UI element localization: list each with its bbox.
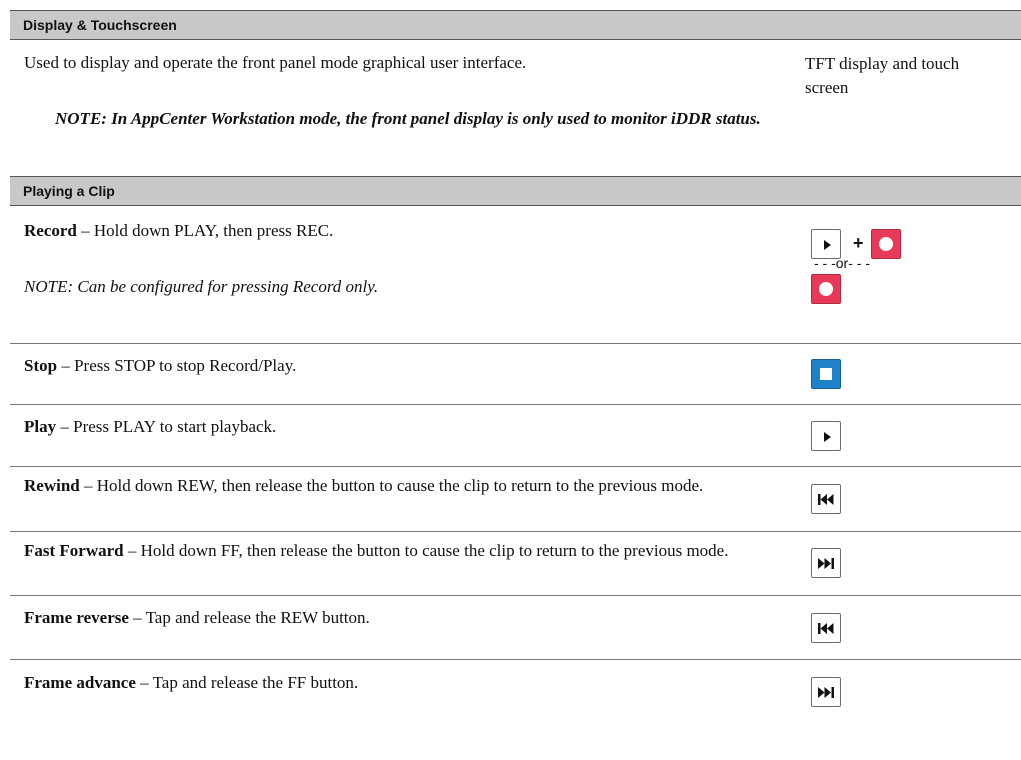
table-row-frame-advance: Frame advance – Tap and release the FF b…	[10, 660, 1021, 730]
section-header-display: Display & Touchscreen	[10, 10, 1021, 40]
or-separator: - - -or- - -	[814, 255, 870, 271]
row-description: – Press STOP to stop Record/Play.	[57, 356, 297, 375]
display-control-label: TFT display and touch screen	[805, 54, 960, 97]
row-term: Record	[24, 221, 77, 240]
record-icon	[871, 229, 901, 259]
row-description: – Tap and release the REW button.	[128, 608, 370, 627]
display-row: Used to display and operate the front pa…	[10, 40, 1021, 176]
rewind-icon	[811, 613, 841, 643]
table-row-stop: Stop – Press STOP to stop Record/Play.	[10, 344, 1021, 405]
stop-icon	[811, 359, 841, 389]
row-term: Fast Forward	[24, 541, 124, 560]
fast-forward-icon	[811, 548, 841, 578]
row-term: Frame advance	[24, 673, 136, 692]
spec-table: Display & Touchscreen Used to display an…	[10, 10, 1021, 730]
row-description: – Tap and release the FF button.	[135, 673, 359, 692]
table-row-frame-reverse: Frame reverse – Tap and release the REW …	[10, 596, 1021, 660]
row-term: Rewind	[24, 476, 80, 495]
table-row-fast-forward: Fast Forward – Hold down FF, then releas…	[10, 532, 1021, 596]
row-description: – Hold down PLAY, then press REC.	[76, 221, 334, 240]
row-term: Play	[24, 417, 57, 436]
row-term: Frame reverse	[24, 608, 129, 627]
section-header-playing: Playing a Clip	[10, 176, 1021, 206]
table-row-record: Record – Hold down PLAY, then press REC.…	[10, 206, 1021, 344]
table-row-play: Play – Press PLAY to start playback.	[10, 405, 1021, 467]
plus-symbol: +	[853, 233, 864, 253]
row-description: – Hold down REW, then release the button…	[79, 476, 704, 495]
display-note: NOTE: In AppCenter Workstation mode, the…	[55, 109, 761, 128]
row-description: – Hold down FF, then release the button …	[123, 541, 729, 560]
record-note: NOTE: Can be configured for pressing Rec…	[24, 277, 379, 296]
row-term: Stop	[24, 356, 58, 375]
record-icon	[811, 274, 841, 304]
table-row-rewind: Rewind – Hold down REW, then release the…	[10, 467, 1021, 532]
play-icon	[811, 421, 841, 451]
row-description: – Press PLAY to start playback.	[56, 417, 277, 436]
fast-forward-icon	[811, 677, 841, 707]
display-description: Used to display and operate the front pa…	[24, 53, 527, 72]
rewind-icon	[811, 484, 841, 514]
